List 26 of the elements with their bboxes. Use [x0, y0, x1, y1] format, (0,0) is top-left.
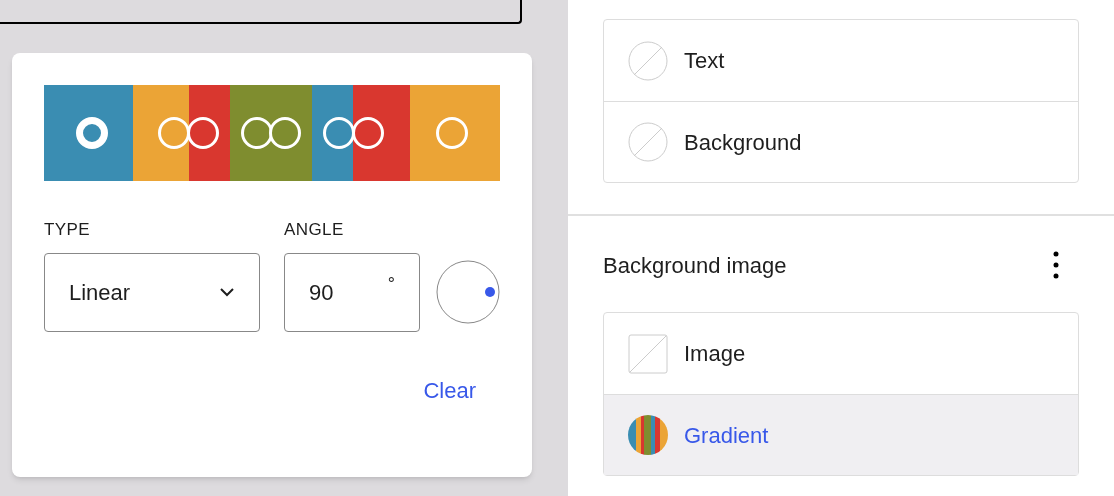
gradient-stop-handle[interactable]: [187, 117, 220, 149]
gradient-stop-handle[interactable]: [323, 117, 356, 149]
empty-image-icon: [628, 333, 668, 374]
angle-field[interactable]: 90 °: [284, 252, 420, 332]
no-color-icon: [628, 40, 668, 81]
more-options-icon[interactable]: [1053, 251, 1059, 279]
gradient-stop-handle[interactable]: [240, 117, 273, 149]
no-color-icon: [628, 122, 668, 162]
type-label: TYPE: [44, 219, 92, 241]
gradient-stop-handle[interactable]: [75, 117, 108, 149]
gradient-stop-handle[interactable]: [436, 117, 469, 149]
angle-label: ANGLE: [284, 219, 345, 241]
angle-dial[interactable]: [436, 260, 500, 324]
fill-type-option[interactable]: Image: [604, 313, 1078, 394]
clear-button[interactable]: Clear: [423, 373, 476, 407]
gradient-stop-handle[interactable]: [268, 117, 301, 149]
gradient-stop-handle[interactable]: [351, 117, 384, 149]
chevron-down-icon: [219, 287, 235, 297]
gradient-swatch-icon: [628, 415, 668, 455]
fill-type-option[interactable]: Gradient: [604, 394, 1078, 475]
gradient-bar[interactable]: [44, 85, 500, 181]
gradient-stop-handle[interactable]: [157, 117, 190, 149]
type-select[interactable]: Linear: [44, 252, 260, 332]
color-option[interactable]: Background: [604, 101, 1078, 182]
section-title: Background image: [603, 251, 787, 280]
color-option[interactable]: Text: [604, 20, 1078, 101]
